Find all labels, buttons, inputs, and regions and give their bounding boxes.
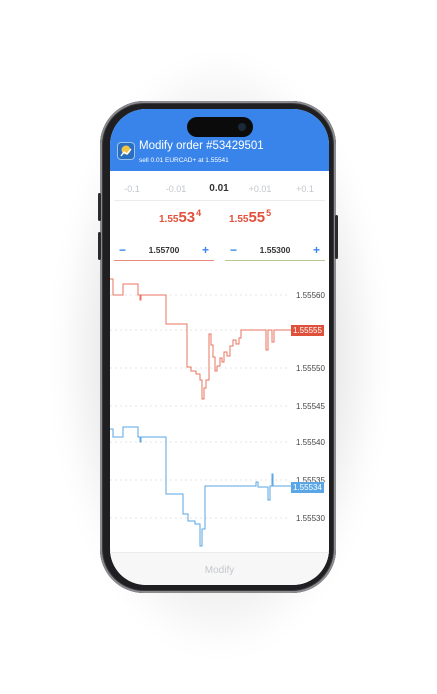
bid-current-price-label: 1.55555 (293, 326, 322, 335)
ask-price-line (110, 426, 292, 547)
bid-price-prefix: 1.55 (159, 214, 179, 225)
modify-button[interactable]: Modify (110, 565, 329, 576)
footer-bar: Modify (110, 552, 329, 585)
volume-plus-0-01-button[interactable]: +0.01 (240, 184, 280, 194)
volume-selector: -0.1 -0.01 0.01 +0.01 +0.1 (110, 171, 329, 201)
volume-minus-0-01-button[interactable]: -0.01 (156, 184, 196, 194)
bid-tick-label: 1.55560 (296, 291, 325, 300)
ask-current-price-label: 1.55534 (293, 483, 322, 492)
order-subtitle: sell 0.01 EURCAD+ at 1.55541 (139, 157, 229, 164)
dynamic-island (187, 117, 253, 137)
bid-price: 1.55534 (159, 208, 202, 231)
camera-icon (238, 123, 246, 131)
phone-screen: Modify order #53429501 sell 0.01 EURCAD+… (110, 109, 329, 585)
bid-price-line (110, 278, 292, 400)
volume-minus-0-1-button[interactable]: -0.1 (112, 184, 152, 194)
bid-price-fraction: 4 (196, 208, 202, 218)
volume-up-button (98, 193, 101, 221)
ask-price-pips: 55 (248, 209, 266, 226)
take-profit-stepper: − 1.55300 + (225, 241, 325, 261)
take-profit-underline (225, 260, 325, 261)
volume-down-button (98, 232, 101, 260)
stop-loss-stepper: − 1.55700 + (114, 241, 214, 261)
trading-app-icon (117, 142, 135, 160)
take-profit-plus-button[interactable]: + (313, 243, 320, 257)
divider (114, 200, 325, 201)
volume-plus-0-1-button[interactable]: +0.1 (285, 184, 325, 194)
power-button (335, 215, 338, 259)
bid-price-pips: 53 (178, 209, 196, 226)
stop-loss-plus-button[interactable]: + (202, 243, 209, 257)
take-profit-input[interactable]: 1.55300 (225, 245, 325, 255)
price-charts: 1.55560 1.55555 1.55550 1.55545 1.55540 … (110, 278, 325, 547)
bid-tick-label: 1.55545 (296, 402, 325, 411)
ask-tick-label: 1.55530 (296, 514, 325, 523)
ask-price-prefix: 1.55 (229, 214, 249, 225)
volume-value[interactable]: 0.01 (199, 183, 239, 194)
ask-price: 1.55555 (229, 208, 272, 231)
stop-loss-input[interactable]: 1.55700 (114, 245, 214, 255)
page-title: Modify order #53429501 (139, 140, 264, 152)
stop-loss-underline (114, 260, 214, 261)
ask-tick-label: 1.55540 (296, 438, 325, 447)
bid-tick-label: 1.55550 (296, 364, 325, 373)
ask-price-fraction: 5 (266, 208, 272, 218)
